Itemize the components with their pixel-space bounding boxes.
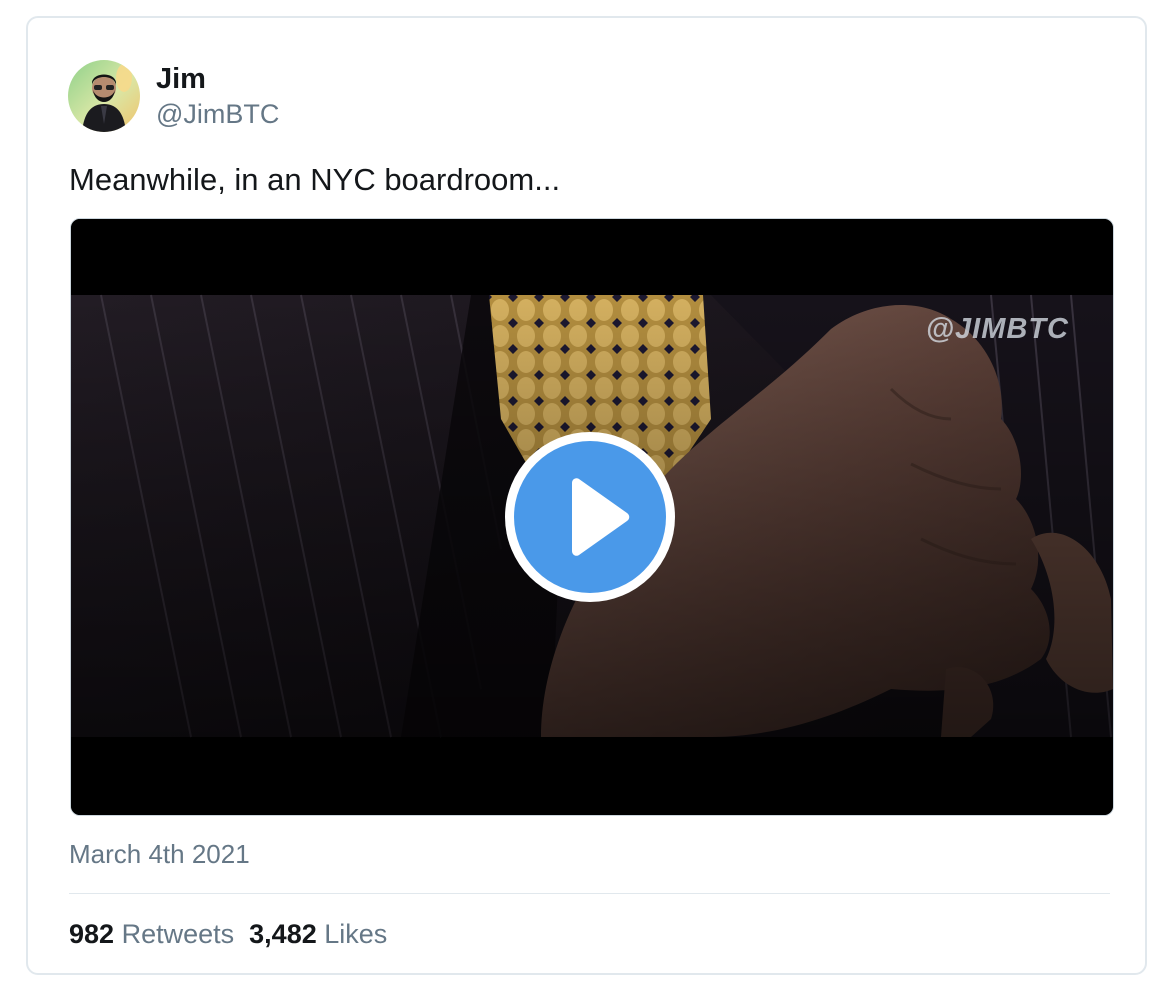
author-name[interactable]: Jim [156,61,279,97]
tweet-card: Jim @JimBTC Meanwhile, in an NYC boardro… [26,16,1147,975]
tweet-date[interactable]: March 4th 2021 [69,836,250,872]
play-button-fill [514,441,666,593]
likes-label: Likes [324,919,388,949]
retweets-stat[interactable]: 982 Retweets [69,919,234,949]
play-button[interactable] [505,432,675,602]
retweets-count: 982 [69,919,115,949]
avatar-image [68,60,140,132]
author-handle[interactable]: @JimBTC [156,97,279,131]
author-names: Jim @JimBTC [156,61,279,131]
retweets-label: Retweets [121,919,235,949]
divider [69,893,1110,894]
avatar[interactable] [68,60,140,132]
likes-count: 3,482 [249,919,317,949]
tweet-text: Meanwhile, in an NYC boardroom... [69,162,561,197]
likes-stat[interactable]: 3,482 Likes [249,919,387,949]
tweet-stats: 982 Retweets 3,482 Likes [69,915,387,953]
play-icon [572,478,630,556]
video-player[interactable]: @JIMBTC [70,218,1114,816]
tweet-header: Jim @JimBTC [68,58,279,134]
video-watermark: @JIMBTC [925,313,1069,345]
